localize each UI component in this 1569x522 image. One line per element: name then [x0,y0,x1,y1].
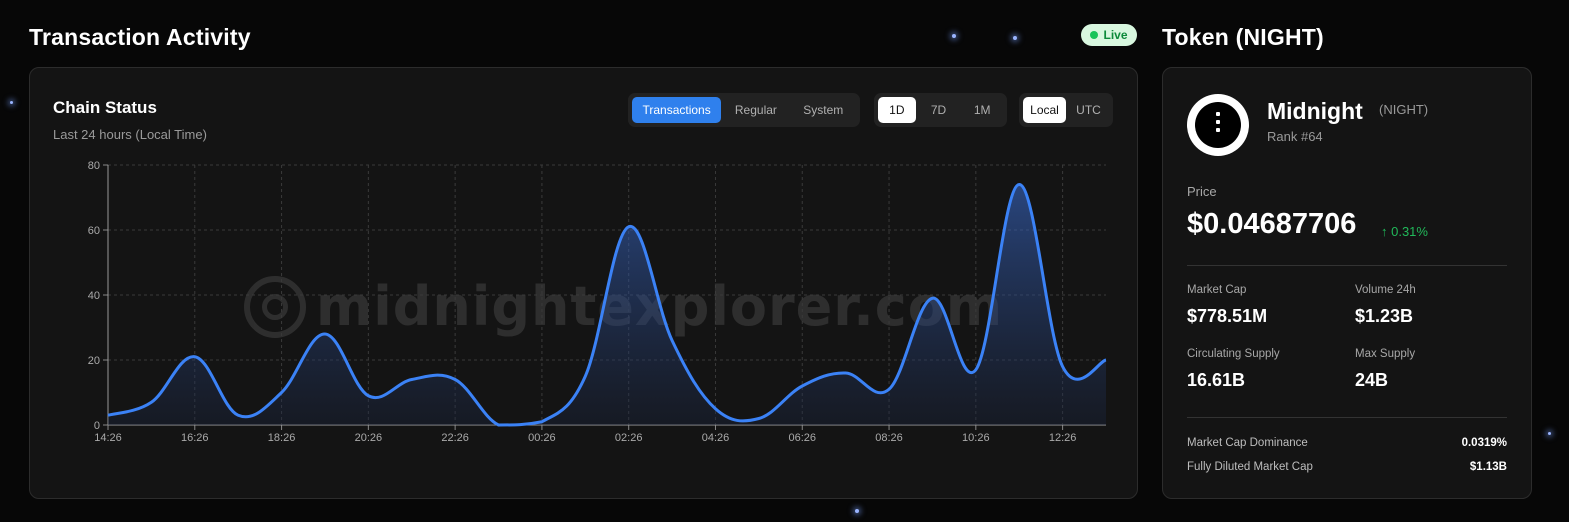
dominance-label: Market Cap Dominance [1187,437,1308,449]
fdmc-label: Fully Diluted Market Cap [1187,461,1313,473]
x-tick-label: 06:26 [788,432,816,444]
volume-label: Volume 24h [1355,284,1416,296]
y-tick-label: 20 [88,355,100,367]
x-tick-label: 20:26 [355,432,383,444]
market-cap-value: $778.51M [1187,306,1268,326]
y-tick-label: 40 [88,290,100,302]
token-symbol: (NIGHT) [1379,102,1429,117]
max-supply-value: 24B [1355,370,1389,390]
price-change: ↑ 0.31% [1381,224,1428,239]
x-tick-label: 14:26 [94,432,122,444]
max-supply-label: Max Supply [1355,348,1416,360]
x-tick-label: 18:26 [268,432,296,444]
x-tick-label: 22:26 [441,432,469,444]
x-tick-label: 08:26 [875,432,903,444]
divider [1187,417,1507,418]
series-area [108,184,1106,425]
x-tick-label: 02:26 [615,432,643,444]
x-tick-label: 16:26 [181,432,209,444]
circulating-supply-label: Circulating Supply [1187,348,1280,360]
x-tick-label: 10:26 [962,432,990,444]
y-tick-label: 60 [88,225,100,237]
circulating-supply-value: 16.61B [1187,370,1246,390]
divider [1187,265,1507,266]
volume-value: $1.23B [1355,306,1414,326]
fdmc-value: $1.13B [1469,461,1507,473]
token-rank: Rank #64 [1267,129,1323,144]
x-tick-label: 04:26 [702,432,730,444]
x-tick-label: 12:26 [1049,432,1077,444]
market-cap-label: Market Cap [1187,284,1247,296]
y-tick-label: 80 [88,160,100,172]
midnight-logo-icon [1187,94,1249,156]
y-tick-label: 0 [94,420,100,432]
token-price: $0.04687706 [1187,208,1357,240]
price-label: Price [1187,184,1217,199]
token-card: Midnight (NIGHT) Rank #64 Price $0.04687… [1162,67,1532,499]
dominance-value: 0.0319% [1461,437,1507,449]
x-tick-label: 00:26 [528,432,556,444]
token-name: Midnight [1267,98,1363,124]
